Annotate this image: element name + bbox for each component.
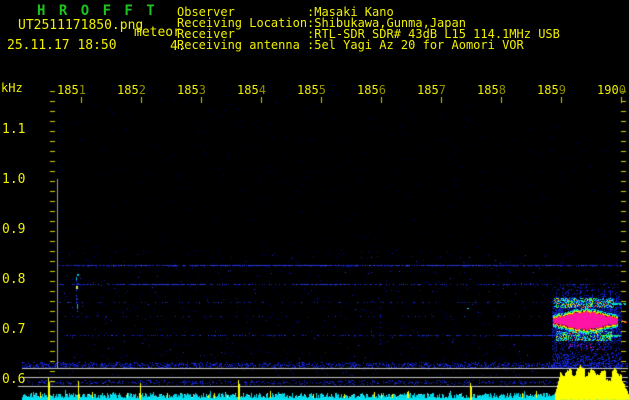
spectrogram-canvas — [0, 0, 629, 400]
hrofft-app-window: H R O F F T UT2511171850.png meteor 25.1… — [0, 0, 629, 400]
x-tick-label: 1854 — [237, 83, 266, 97]
y-tick-label: 0.9 — [2, 222, 26, 237]
x-tick-label: 1858 — [477, 83, 506, 97]
app-title: H R O F F T — [37, 3, 158, 19]
x-tick-label: 1853 — [177, 83, 206, 97]
x-tick-label: 1857 — [417, 83, 446, 97]
datetime-label: 25.11.17 18:50 — [7, 38, 117, 53]
y-tick-label: 1.0 — [2, 172, 26, 187]
x-tick-label: 1900 — [597, 83, 626, 97]
receiving-antenna-label: Receiving antenna — [177, 38, 300, 52]
mode-label: meteor — [134, 25, 181, 40]
x-tick-label: 1856 — [357, 83, 386, 97]
x-tick-label: 1859 — [537, 83, 566, 97]
y-tick-label: 0.8 — [2, 272, 26, 287]
y-axis-unit-label: kHz — [1, 81, 23, 95]
filename-text: UT2511171850.png — [18, 18, 144, 33]
x-tick-label: 1855 — [297, 83, 326, 97]
y-tick-label: 0.7 — [2, 322, 26, 337]
receiving-antenna-value: :5el Yagi Az 20 for Aomori VOR — [307, 38, 524, 52]
y-tick-label: 0.6 — [2, 372, 26, 387]
x-tick-label: 1851 — [57, 83, 86, 97]
y-tick-label: 1.1 — [2, 122, 26, 137]
x-tick-label: 1852 — [117, 83, 146, 97]
